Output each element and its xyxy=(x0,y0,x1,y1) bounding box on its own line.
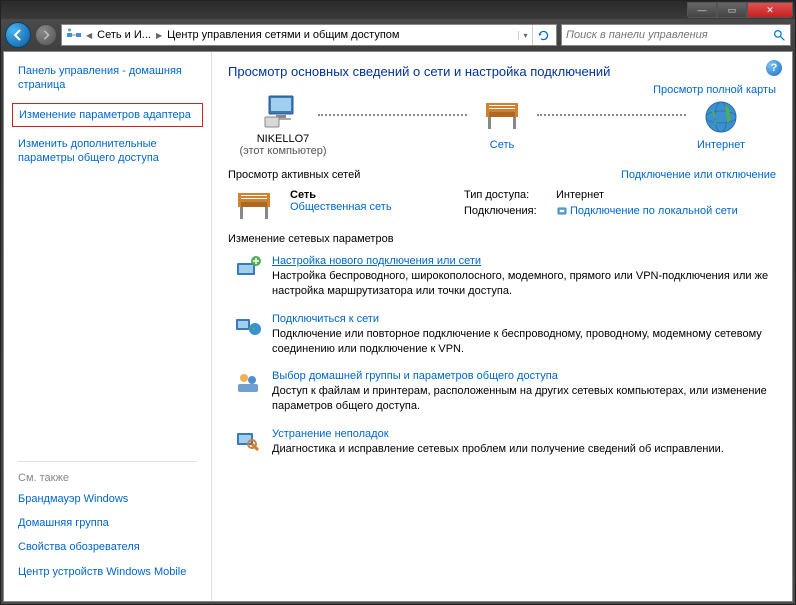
close-button[interactable]: ✕ xyxy=(747,2,793,18)
troubleshoot-icon xyxy=(234,428,262,456)
task-desc: Подключение или повторное подключение к … xyxy=(272,327,776,357)
chevron-icon[interactable]: ◀ xyxy=(84,31,94,40)
sidebar-seealso: См. также Брандмауэр Windows Домашняя гр… xyxy=(18,461,197,589)
connect-disconnect-link[interactable]: Подключение или отключение xyxy=(621,169,776,181)
task-troubleshoot: Устранение неполадок Диагностика и испра… xyxy=(228,428,776,457)
window-frame: — ▭ ✕ ◀ Сеть и И... ▶ Центр управления с… xyxy=(0,0,796,605)
access-type-value: Интернет xyxy=(556,189,776,201)
network-map: NIKELLO7 (этот компьютер) Сеть Интернет xyxy=(228,91,776,157)
node-link[interactable]: Интернет xyxy=(697,139,745,151)
network-center-icon xyxy=(66,27,82,43)
task-link[interactable]: Настройка нового подключения или сети xyxy=(272,255,776,267)
minimize-button[interactable]: — xyxy=(687,2,717,18)
active-network-row: Сеть Общественная сеть Тип доступа: Инте… xyxy=(228,189,776,225)
globe-icon xyxy=(701,97,741,137)
computer-icon xyxy=(263,91,303,131)
chevron-icon[interactable]: ▶ xyxy=(154,31,164,40)
search-bar[interactable] xyxy=(561,24,791,46)
node-subtitle: (этот компьютер) xyxy=(239,145,326,157)
node-computer: NIKELLO7 (этот компьютер) xyxy=(228,91,338,157)
sidebar-browser-link[interactable]: Свойства обозревателя xyxy=(18,540,197,554)
task-desc: Настройка беспроводного, широкополосного… xyxy=(272,269,776,299)
connections-label: Подключения: xyxy=(464,205,556,217)
task-desc: Диагностика и исправление сетевых пробле… xyxy=(272,442,776,457)
forward-button[interactable] xyxy=(35,24,57,46)
titlebar: — ▭ ✕ xyxy=(1,1,795,19)
window-buttons: — ▭ ✕ xyxy=(687,2,793,18)
node-internet: Интернет xyxy=(666,97,776,151)
navbar: ◀ Сеть и И... ▶ Центр управления сетями … xyxy=(1,19,795,51)
sidebar-homegroup-link[interactable]: Домашняя группа xyxy=(18,516,197,530)
task-link[interactable]: Устранение неполадок xyxy=(272,428,776,440)
homegroup-icon xyxy=(234,370,262,398)
node-link[interactable]: Сеть xyxy=(490,139,514,151)
sidebar-home-link[interactable]: Панель управления - домашняя страница xyxy=(18,64,197,93)
back-button[interactable] xyxy=(5,22,31,48)
node-name: NIKELLO7 xyxy=(257,133,310,145)
new-connection-icon xyxy=(234,255,262,283)
address-dropdown[interactable]: ▾ xyxy=(518,31,532,40)
sidebar-winmobile-link[interactable]: Центр устройств Windows Mobile xyxy=(18,565,197,579)
task-link[interactable]: Выбор домашней группы и параметров общег… xyxy=(272,370,776,382)
address-bar[interactable]: ◀ Сеть и И... ▶ Центр управления сетями … xyxy=(61,24,557,46)
network-type-link[interactable]: Общественная сеть xyxy=(290,201,450,213)
sidebar-adapter-link[interactable]: Изменение параметров адаптера xyxy=(12,103,203,127)
connection-link[interactable]: Подключение по локальной сети xyxy=(556,205,776,217)
content-area: Панель управления - домашняя страница Из… xyxy=(3,51,793,602)
network-props: Тип доступа: Интернет Подключения: Подкл… xyxy=(464,189,776,217)
change-settings-header: Изменение сетевых параметров xyxy=(228,233,776,245)
connection-line xyxy=(318,114,467,116)
sidebar-firewall-link[interactable]: Брандмауэр Windows xyxy=(18,492,197,506)
task-new-connection: Настройка нового подключения или сети На… xyxy=(228,255,776,299)
bench-icon xyxy=(482,97,522,137)
help-icon[interactable]: ? xyxy=(766,60,782,76)
breadcrumb-segment-1[interactable]: Сеть и И... xyxy=(94,29,154,41)
maximize-button[interactable]: ▭ xyxy=(717,2,747,18)
refresh-button[interactable] xyxy=(532,25,554,45)
main-panel: ? Просмотр основных сведений о сети и на… xyxy=(212,52,792,601)
sidebar: Панель управления - домашняя страница Из… xyxy=(4,52,212,601)
search-icon[interactable] xyxy=(773,29,786,42)
task-link[interactable]: Подключиться к сети xyxy=(272,313,776,325)
section-title: Просмотр активных сетей xyxy=(228,169,360,181)
page-title: Просмотр основных сведений о сети и наст… xyxy=(228,64,776,79)
search-input[interactable] xyxy=(566,29,773,41)
connect-network-icon xyxy=(234,313,262,341)
access-type-label: Тип доступа: xyxy=(464,189,556,201)
node-network: Сеть xyxy=(447,97,557,151)
lan-icon xyxy=(556,205,568,217)
task-connect-network: Подключиться к сети Подключение или повт… xyxy=(228,313,776,357)
network-name: Сеть xyxy=(290,189,450,201)
seealso-header: См. также xyxy=(18,472,197,484)
sidebar-sharing-link[interactable]: Изменить дополнительные параметры общего… xyxy=(18,137,197,166)
task-homegroup: Выбор домашней группы и параметров общег… xyxy=(228,370,776,414)
task-desc: Доступ к файлам и принтерам, расположенн… xyxy=(272,384,776,414)
change-settings-group: Изменение сетевых параметров Настройка н… xyxy=(228,233,776,457)
connection-line xyxy=(537,114,686,116)
breadcrumb-segment-2[interactable]: Центр управления сетями и общим доступом xyxy=(164,29,402,41)
bench-icon xyxy=(232,189,276,225)
active-networks-header: Просмотр активных сетей Подключение или … xyxy=(228,169,776,181)
